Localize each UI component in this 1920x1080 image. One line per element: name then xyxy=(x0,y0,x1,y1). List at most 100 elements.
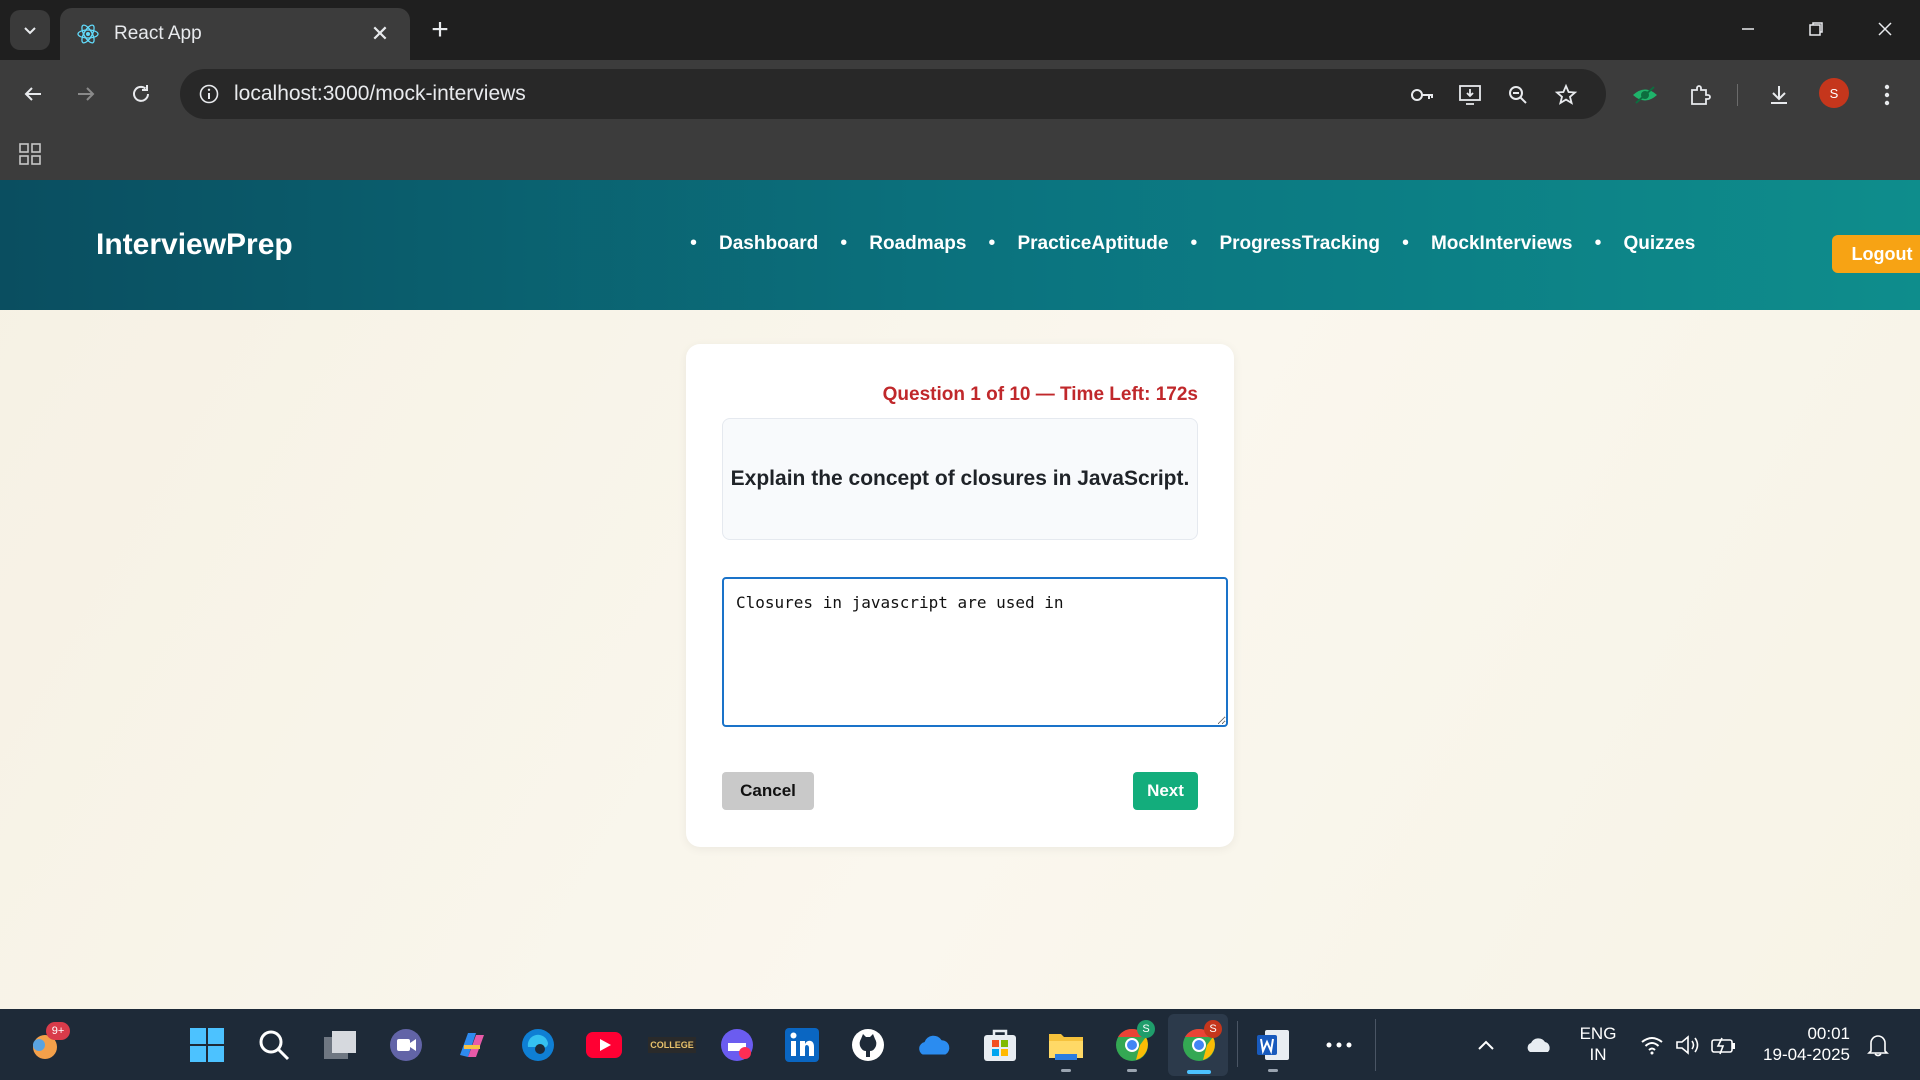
start-button[interactable] xyxy=(188,1026,226,1064)
running-indicator xyxy=(1268,1069,1278,1072)
minimize-icon xyxy=(1742,28,1754,30)
back-button[interactable] xyxy=(13,74,53,114)
battery-icon[interactable] xyxy=(1708,1026,1740,1064)
tray-chevron-up-icon[interactable] xyxy=(1472,1026,1500,1064)
forward-button[interactable] xyxy=(66,74,106,114)
react-icon xyxy=(77,24,99,44)
extensions-puzzle-icon[interactable] xyxy=(1685,80,1715,110)
next-button[interactable]: Next xyxy=(1133,772,1198,810)
edge-browser-icon[interactable] xyxy=(519,1026,557,1064)
chrome-profile-badge: S xyxy=(1137,1020,1155,1038)
tab-title: React App xyxy=(114,23,202,44)
running-indicator xyxy=(1127,1069,1137,1072)
nav-bullet: • xyxy=(1594,232,1602,254)
bookmarks-bar xyxy=(0,128,1920,180)
site-info-icon[interactable] xyxy=(198,83,220,105)
nav-link-progress-tracking[interactable]: ProgressTracking xyxy=(1219,233,1380,255)
wifi-icon[interactable] xyxy=(1636,1026,1668,1064)
nav-bullet: • xyxy=(1190,232,1198,254)
cancel-button[interactable]: Cancel xyxy=(722,772,814,810)
linkedin-icon[interactable] xyxy=(783,1026,821,1064)
downloads-icon[interactable] xyxy=(1764,80,1794,110)
chrome-active-badge: S xyxy=(1204,1020,1222,1038)
more-apps-icon[interactable] xyxy=(1320,1026,1358,1064)
copilot-icon[interactable] xyxy=(453,1026,491,1064)
arrow-right-icon xyxy=(78,87,95,101)
nav-link-quizzes[interactable]: Quizzes xyxy=(1624,233,1696,255)
clock-date: 19-04-2025 xyxy=(1763,1045,1850,1064)
page-content: InterviewPrep • Dashboard • Roadmaps • Prac… xyxy=(0,180,1920,1009)
interview-card: Question 1 of 10 — Time Left: 172s Expla… xyxy=(686,344,1234,847)
youtube-icon[interactable] xyxy=(585,1026,623,1064)
close-tab-icon[interactable]: ✕ xyxy=(366,21,394,47)
logout-button[interactable]: Logout xyxy=(1832,235,1920,273)
tray-onedrive-icon[interactable] xyxy=(1520,1026,1558,1064)
nav-link-dashboard[interactable]: Dashboard xyxy=(719,233,818,255)
nav-link-roadmaps[interactable]: Roadmaps xyxy=(869,233,966,255)
question-text: Explain the concept of closures in JavaS… xyxy=(730,467,1190,490)
brand-logo[interactable]: InterviewPrep xyxy=(96,228,293,262)
windows-logo-icon xyxy=(190,1028,224,1062)
running-indicator xyxy=(1061,1069,1071,1072)
taskbar-divider xyxy=(1237,1021,1238,1067)
file-explorer-icon[interactable] xyxy=(1047,1026,1085,1072)
nav-bullet: • xyxy=(690,232,698,254)
question-box: Explain the concept of closures in JavaS… xyxy=(722,418,1198,540)
close-icon xyxy=(1878,22,1892,36)
language-top: ENG xyxy=(1579,1024,1617,1043)
restore-button[interactable] xyxy=(1786,6,1846,52)
task-view-icon[interactable] xyxy=(321,1026,359,1064)
github-icon[interactable] xyxy=(849,1026,887,1064)
password-key-icon[interactable] xyxy=(1408,81,1436,109)
address-bar[interactable]: localhost:3000/mock-interviews xyxy=(180,69,1606,119)
chrome-active-icon[interactable]: S xyxy=(1180,1020,1222,1074)
tab-search-button[interactable] xyxy=(10,10,50,50)
url-text: localhost:3000/mock-interviews xyxy=(234,82,526,105)
volume-icon[interactable] xyxy=(1672,1026,1704,1064)
chrome-profile-icon[interactable]: S xyxy=(1113,1020,1155,1072)
onedrive-icon[interactable] xyxy=(915,1026,953,1064)
search-icon[interactable] xyxy=(255,1026,293,1064)
answer-textarea[interactable] xyxy=(722,577,1228,727)
restore-icon xyxy=(1809,22,1823,36)
profile-avatar[interactable]: S xyxy=(1819,78,1849,108)
game-app-icon[interactable] xyxy=(718,1026,756,1064)
windows-taskbar: 9+ COLLEGE S S ENG IN 00:01 19-04-2025 xyxy=(0,1009,1920,1080)
apps-grid-icon[interactable] xyxy=(16,140,44,168)
language-indicator[interactable]: ENG IN xyxy=(1572,1023,1624,1065)
new-tab-button[interactable]: + xyxy=(422,12,458,48)
install-app-icon[interactable] xyxy=(1456,81,1484,109)
reload-icon xyxy=(133,85,149,102)
taskbar-divider xyxy=(1375,1019,1376,1071)
extension-eye-icon[interactable] xyxy=(1630,80,1660,110)
zoom-icon[interactable] xyxy=(1504,81,1532,109)
bookmark-star-icon[interactable] xyxy=(1552,81,1580,109)
question-status: Question 1 of 10 — Time Left: 172s xyxy=(882,384,1198,405)
active-indicator xyxy=(1187,1070,1211,1074)
language-bottom: IN xyxy=(1589,1045,1607,1064)
notification-bell-icon[interactable] xyxy=(1864,1026,1892,1064)
nav-bullet: • xyxy=(840,232,848,254)
close-window-button[interactable] xyxy=(1855,6,1915,52)
browser-tab[interactable]: React App ✕ xyxy=(60,8,410,60)
app-navbar: InterviewPrep • Dashboard • Roadmaps • Prac… xyxy=(0,180,1920,310)
clock-time: 00:01 xyxy=(1807,1024,1850,1043)
nav-bullet: • xyxy=(988,232,996,254)
minimize-button[interactable] xyxy=(1718,6,1778,52)
college-app-icon[interactable]: COLLEGE xyxy=(648,1026,696,1064)
nav-link-mock-interviews[interactable]: MockInterviews xyxy=(1431,233,1573,255)
browser-toolbar: localhost:3000/mock-interviews S xyxy=(0,60,1920,128)
browser-tabstrip: React App ✕ + xyxy=(0,0,1920,60)
reload-button[interactable] xyxy=(121,74,161,114)
widgets-icon[interactable]: 9+ xyxy=(26,1022,70,1064)
more-menu-icon[interactable] xyxy=(1872,80,1902,110)
nav-links: • Dashboard • Roadmaps • PracticeAptitude •… xyxy=(690,232,1717,255)
microsoft-store-icon[interactable] xyxy=(981,1026,1019,1064)
clock[interactable]: 00:01 19-04-2025 xyxy=(1754,1023,1850,1065)
teams-meet-icon[interactable] xyxy=(387,1026,425,1064)
nav-bullet: • xyxy=(1401,232,1409,254)
college-label: COLLEGE xyxy=(648,1037,696,1053)
nav-link-practice-aptitude[interactable]: PracticeAptitude xyxy=(1017,233,1168,255)
arrow-left-icon xyxy=(24,87,41,101)
word-icon[interactable] xyxy=(1254,1026,1292,1072)
